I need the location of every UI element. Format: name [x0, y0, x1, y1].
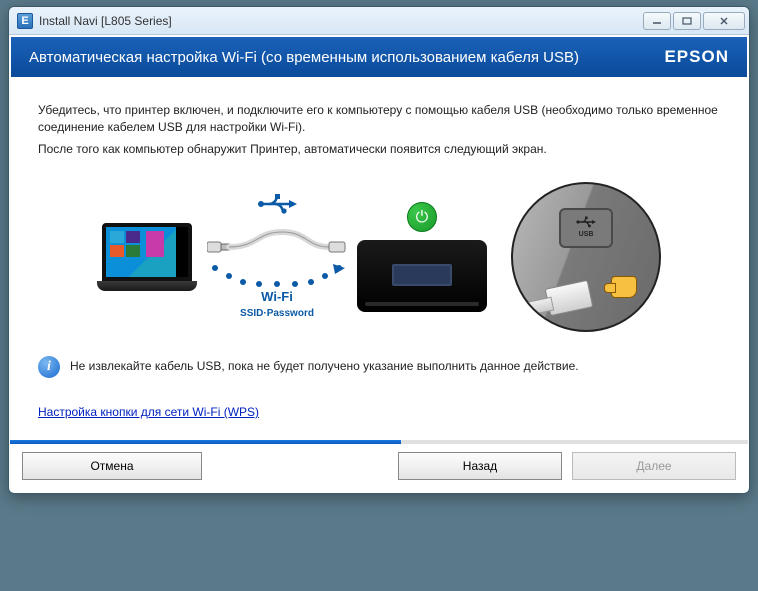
info-notice: i Не извлекайте кабель USB, пока не буде… [38, 356, 720, 378]
window-controls [643, 12, 745, 30]
hand-pointer-icon [611, 276, 637, 298]
illustration: Wi-Fi SSID·Password ⏻ [38, 182, 720, 332]
epson-logo: EPSON [664, 47, 729, 67]
instruction-line-2: После того как компьютер обнаружит Принт… [38, 141, 720, 158]
content-area: Автоматическая настройка Wi-Fi (со време… [9, 35, 749, 493]
minimize-icon [652, 17, 662, 25]
usb-port-closeup: USB [511, 182, 661, 332]
usb-port-icon: USB [559, 208, 613, 248]
close-button[interactable] [703, 12, 745, 30]
maximize-button[interactable] [673, 12, 701, 30]
printer-graphic: ⏻ [357, 202, 487, 312]
usb-port-label: USB [579, 230, 594, 240]
close-icon [719, 17, 729, 25]
titlebar[interactable]: E Install Navi [L805 Series] [9, 7, 749, 35]
button-row: Отмена Назад Далее [10, 444, 748, 492]
minimize-button[interactable] [643, 12, 671, 30]
body: Убедитесь, что принтер включен, и подклю… [10, 78, 748, 432]
wps-link[interactable]: Настройка кнопки для сети Wi-Fi (WPS) [38, 404, 259, 421]
next-button: Далее [572, 452, 736, 480]
info-text: Не извлекайте кабель USB, пока не будет … [70, 358, 579, 375]
wifi-label: Wi-Fi [261, 288, 293, 307]
back-button[interactable]: Назад [398, 452, 562, 480]
installer-window: E Install Navi [L805 Series] Автоматичес… [8, 6, 750, 494]
page-header: Автоматическая настройка Wi-Fi (со време… [11, 37, 747, 77]
wifi-dots-graphic [207, 260, 347, 288]
wifi-sublabel: SSID·Password [240, 307, 314, 322]
maximize-icon [682, 17, 692, 25]
connection-graphic: Wi-Fi SSID·Password [207, 193, 347, 321]
laptop-graphic [97, 223, 197, 291]
window-title: Install Navi [L805 Series] [39, 14, 643, 28]
cancel-button[interactable]: Отмена [22, 452, 202, 480]
progress-bar [10, 440, 748, 444]
power-icon: ⏻ [407, 202, 437, 232]
usb-plug-graphic [545, 280, 594, 317]
info-icon: i [38, 356, 60, 378]
usb-trident-icon [257, 193, 297, 222]
app-icon: E [17, 13, 33, 29]
instruction-line-1: Убедитесь, что принтер включен, и подклю… [38, 102, 720, 137]
page-title: Автоматическая настройка Wi-Fi (со време… [29, 49, 579, 66]
